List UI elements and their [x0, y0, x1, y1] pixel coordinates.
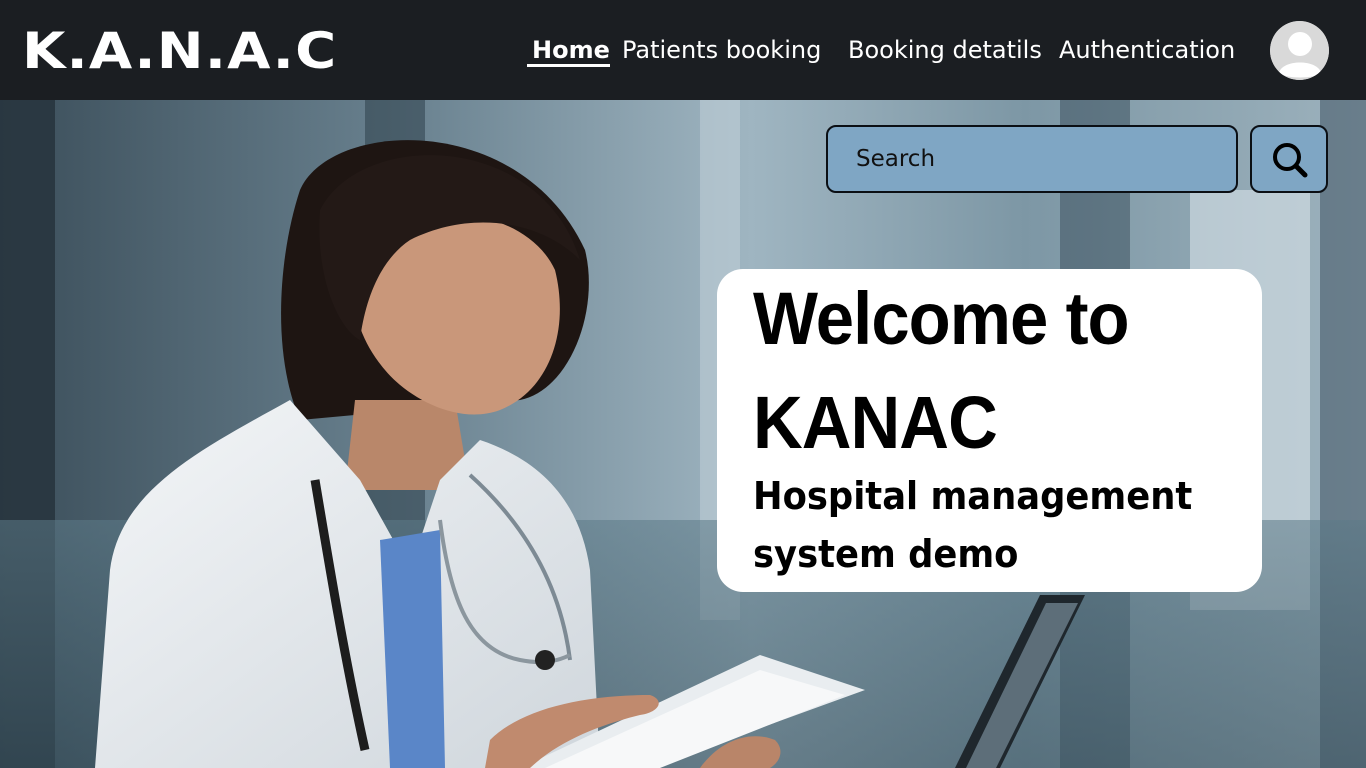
active-nav-underline: [527, 64, 610, 67]
welcome-heading-line1: Welcome to: [753, 277, 1130, 360]
welcome-subtitle-line1: Hospital management: [753, 474, 1193, 518]
nav-link-home[interactable]: Home: [532, 34, 610, 66]
hero-banner: Welcome to KANAC Hospital management sys…: [0, 100, 1366, 768]
nav-link-patients-booking[interactable]: Patients booking: [622, 34, 821, 66]
welcome-subtitle-line2: system demo: [753, 532, 1019, 576]
search-button[interactable]: [1250, 125, 1328, 193]
user-avatar-button[interactable]: [1270, 21, 1329, 80]
welcome-heading-line2: KANAC: [753, 381, 998, 464]
top-navigation-bar: K.A.N.A.C Home Patients booking Booking …: [0, 0, 1366, 100]
welcome-card: Welcome to KANAC Hospital management sys…: [717, 269, 1262, 592]
user-avatar-icon: [1270, 21, 1329, 80]
nav-link-authentication[interactable]: Authentication: [1059, 34, 1235, 66]
nav-link-booking-details[interactable]: Booking detatils: [848, 34, 1042, 66]
search-icon: [1273, 143, 1308, 178]
kanac-logo[interactable]: K.A.N.A.C: [22, 22, 337, 80]
search-input[interactable]: [826, 125, 1238, 193]
